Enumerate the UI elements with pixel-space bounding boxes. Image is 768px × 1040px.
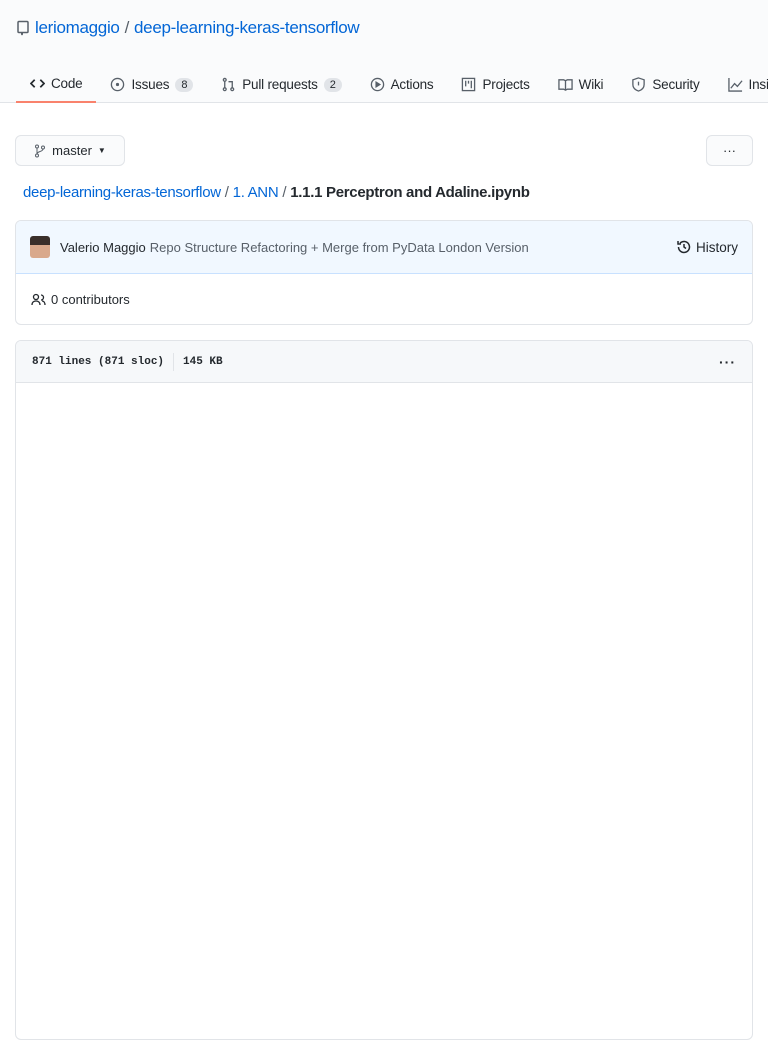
tab-label: Insights	[748, 77, 768, 92]
issues-count: 8	[175, 77, 194, 92]
repo-header: leriomaggio / deep-learning-keras-tensor…	[0, 0, 768, 103]
tab-label: Code	[51, 76, 83, 91]
project-icon	[462, 77, 476, 92]
repo-name-link[interactable]: deep-learning-keras-tensorflow	[134, 18, 360, 38]
tab-actions[interactable]: Actions	[356, 66, 448, 103]
divider	[173, 352, 175, 371]
branch-label: master	[52, 143, 92, 158]
history-icon	[677, 240, 691, 254]
graph-icon	[727, 77, 743, 92]
tab-insights[interactable]: Insights	[714, 66, 768, 103]
tab-label: Issues	[131, 77, 170, 92]
tab-label: Wiki	[578, 77, 604, 92]
chevron-down-icon: ▼	[97, 146, 106, 155]
issue-icon	[111, 77, 125, 92]
history-label: History	[695, 239, 738, 255]
commit-author[interactable]: Valerio Maggio	[60, 240, 146, 255]
play-icon	[370, 77, 384, 92]
pull-request-icon	[222, 77, 235, 92]
tab-issues[interactable]: Issues 8	[96, 66, 207, 103]
repo-title: leriomaggio / deep-learning-keras-tensor…	[16, 18, 360, 38]
breadcrumb-file: 1.1.1 Perceptron and Adaline.ipynb	[290, 184, 530, 201]
commit-message[interactable]: Repo Structure Refactoring + Merge from …	[150, 240, 529, 255]
avatar[interactable]	[30, 236, 50, 258]
repo-icon	[17, 20, 29, 36]
breadcrumb-separator: /	[224, 184, 229, 201]
file-lines: 871 lines (871 sloc)	[32, 355, 165, 368]
repo-owner-link[interactable]: leriomaggio	[35, 18, 120, 38]
file-header: 871 lines (871 sloc) 145 KB ···	[16, 341, 752, 383]
branch-icon	[35, 144, 46, 157]
tab-projects[interactable]: Projects	[447, 66, 543, 103]
latest-commit-box: Valerio Maggio Repo Structure Refactorin…	[15, 220, 753, 325]
tab-wiki[interactable]: Wiki	[544, 66, 618, 103]
file-size: 145 KB	[183, 355, 223, 368]
breadcrumb-folder-link[interactable]: 1. ANN	[233, 184, 279, 201]
more-options-button[interactable]: ···	[706, 135, 753, 166]
repo-separator: /	[124, 18, 130, 37]
tab-label: Pull requests	[242, 77, 318, 92]
kebab-icon: ···	[723, 143, 736, 158]
pull-requests-count: 2	[323, 77, 342, 92]
breadcrumb-separator: /	[282, 184, 287, 201]
history-link[interactable]: History	[676, 239, 738, 255]
tab-pull-requests[interactable]: Pull requests 2	[207, 66, 355, 103]
file-content	[16, 383, 752, 1039]
contributors-label: 0 contributors	[51, 292, 130, 307]
shield-icon	[632, 77, 646, 92]
breadcrumb-root-link[interactable]: deep-learning-keras-tensorflow	[23, 184, 221, 201]
book-icon	[557, 79, 573, 91]
tab-label: Projects	[482, 77, 530, 92]
branch-select-button[interactable]: master ▼	[15, 135, 125, 166]
file-more-options-button[interactable]: ···	[719, 354, 736, 370]
people-icon	[31, 293, 46, 306]
breadcrumb: deep-learning-keras-tensorflow/1. ANN/1.…	[23, 184, 530, 201]
tab-code[interactable]: Code	[16, 66, 97, 103]
tab-label: Security	[652, 77, 700, 92]
file-viewer: 871 lines (871 sloc) 145 KB ···	[15, 340, 753, 1040]
commit-info: Valerio Maggio Repo Structure Refactorin…	[16, 221, 752, 274]
repo-tabs: Code Issues 8 Pull requests 2 Actions Proj…	[16, 66, 768, 103]
tab-label: Actions	[390, 77, 434, 92]
code-icon	[30, 79, 45, 88]
contributors-row[interactable]: 0 contributors	[16, 274, 752, 324]
tab-security[interactable]: Security	[617, 66, 713, 103]
